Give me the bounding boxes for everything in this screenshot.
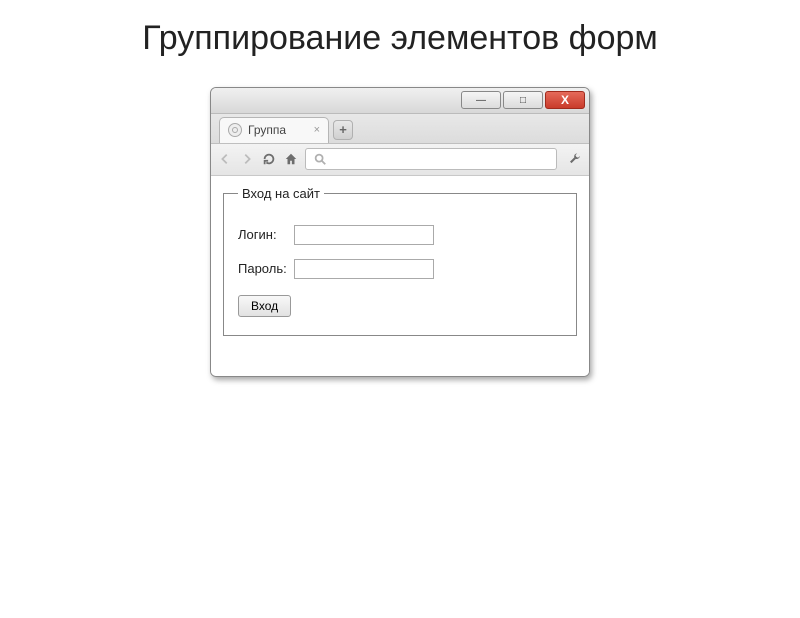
submit-button[interactable]: Вход xyxy=(238,295,291,317)
browser-tab[interactable]: Группа × xyxy=(219,117,329,143)
login-input[interactable] xyxy=(294,225,434,245)
browser-toolbar xyxy=(211,144,589,176)
close-button[interactable]: X xyxy=(545,91,585,109)
address-bar[interactable] xyxy=(305,148,557,170)
fieldset-legend: Вход на сайт xyxy=(238,186,324,201)
home-icon[interactable] xyxy=(283,151,299,167)
globe-icon xyxy=(228,123,242,137)
new-tab-button[interactable]: + xyxy=(333,120,353,140)
maximize-button[interactable]: □ xyxy=(503,91,543,109)
password-row: Пароль: xyxy=(238,259,562,279)
tab-title: Группа xyxy=(248,123,286,137)
window-titlebar: — □ X xyxy=(211,88,589,114)
minimize-button[interactable]: — xyxy=(461,91,501,109)
search-icon xyxy=(312,151,328,167)
login-fieldset: Вход на сайт Логин: Пароль: Вход xyxy=(223,186,577,336)
login-row: Логин: xyxy=(238,225,562,245)
wrench-icon[interactable] xyxy=(567,151,583,167)
forward-icon[interactable] xyxy=(239,151,255,167)
password-input[interactable] xyxy=(294,259,434,279)
page-content: Вход на сайт Логин: Пароль: Вход xyxy=(211,176,589,376)
back-icon[interactable] xyxy=(217,151,233,167)
tab-bar: Группа × + xyxy=(211,114,589,144)
slide-title: Группирование элементов форм xyxy=(0,18,800,59)
browser-window: — □ X Группа × + xyxy=(210,87,590,377)
login-label: Логин: xyxy=(238,227,288,242)
reload-icon[interactable] xyxy=(261,151,277,167)
tab-close-icon[interactable]: × xyxy=(314,124,320,136)
password-label: Пароль: xyxy=(238,261,288,276)
